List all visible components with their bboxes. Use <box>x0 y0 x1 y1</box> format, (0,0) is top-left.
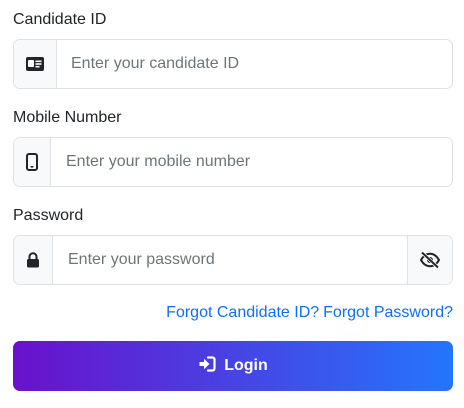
login-button-label: Login <box>224 357 268 374</box>
forgot-links: Forgot Candidate ID? Forgot Password? <box>166 304 453 322</box>
mobile-number-label: Mobile Number <box>13 109 122 126</box>
eye-slash-icon[interactable] <box>407 236 452 284</box>
id-card-icon <box>14 40 57 88</box>
password-input[interactable] <box>53 236 407 284</box>
lock-icon <box>14 236 53 284</box>
password-label: Password <box>13 207 84 224</box>
mobile-phone-icon <box>14 138 51 186</box>
login-form: Candidate ID Mobile Number Password <box>0 0 464 408</box>
forgot-candidate-id-link[interactable]: Forgot Candidate ID? <box>166 304 319 322</box>
candidate-id-group <box>13 39 453 89</box>
candidate-id-input[interactable] <box>57 40 452 88</box>
login-button[interactable]: Login <box>13 341 453 391</box>
mobile-number-input[interactable] <box>51 138 452 186</box>
password-group <box>13 235 453 285</box>
sign-in-icon <box>198 355 216 377</box>
candidate-id-label: Candidate ID <box>13 11 107 28</box>
forgot-password-link[interactable]: Forgot Password? <box>323 304 453 322</box>
mobile-number-group <box>13 137 453 187</box>
